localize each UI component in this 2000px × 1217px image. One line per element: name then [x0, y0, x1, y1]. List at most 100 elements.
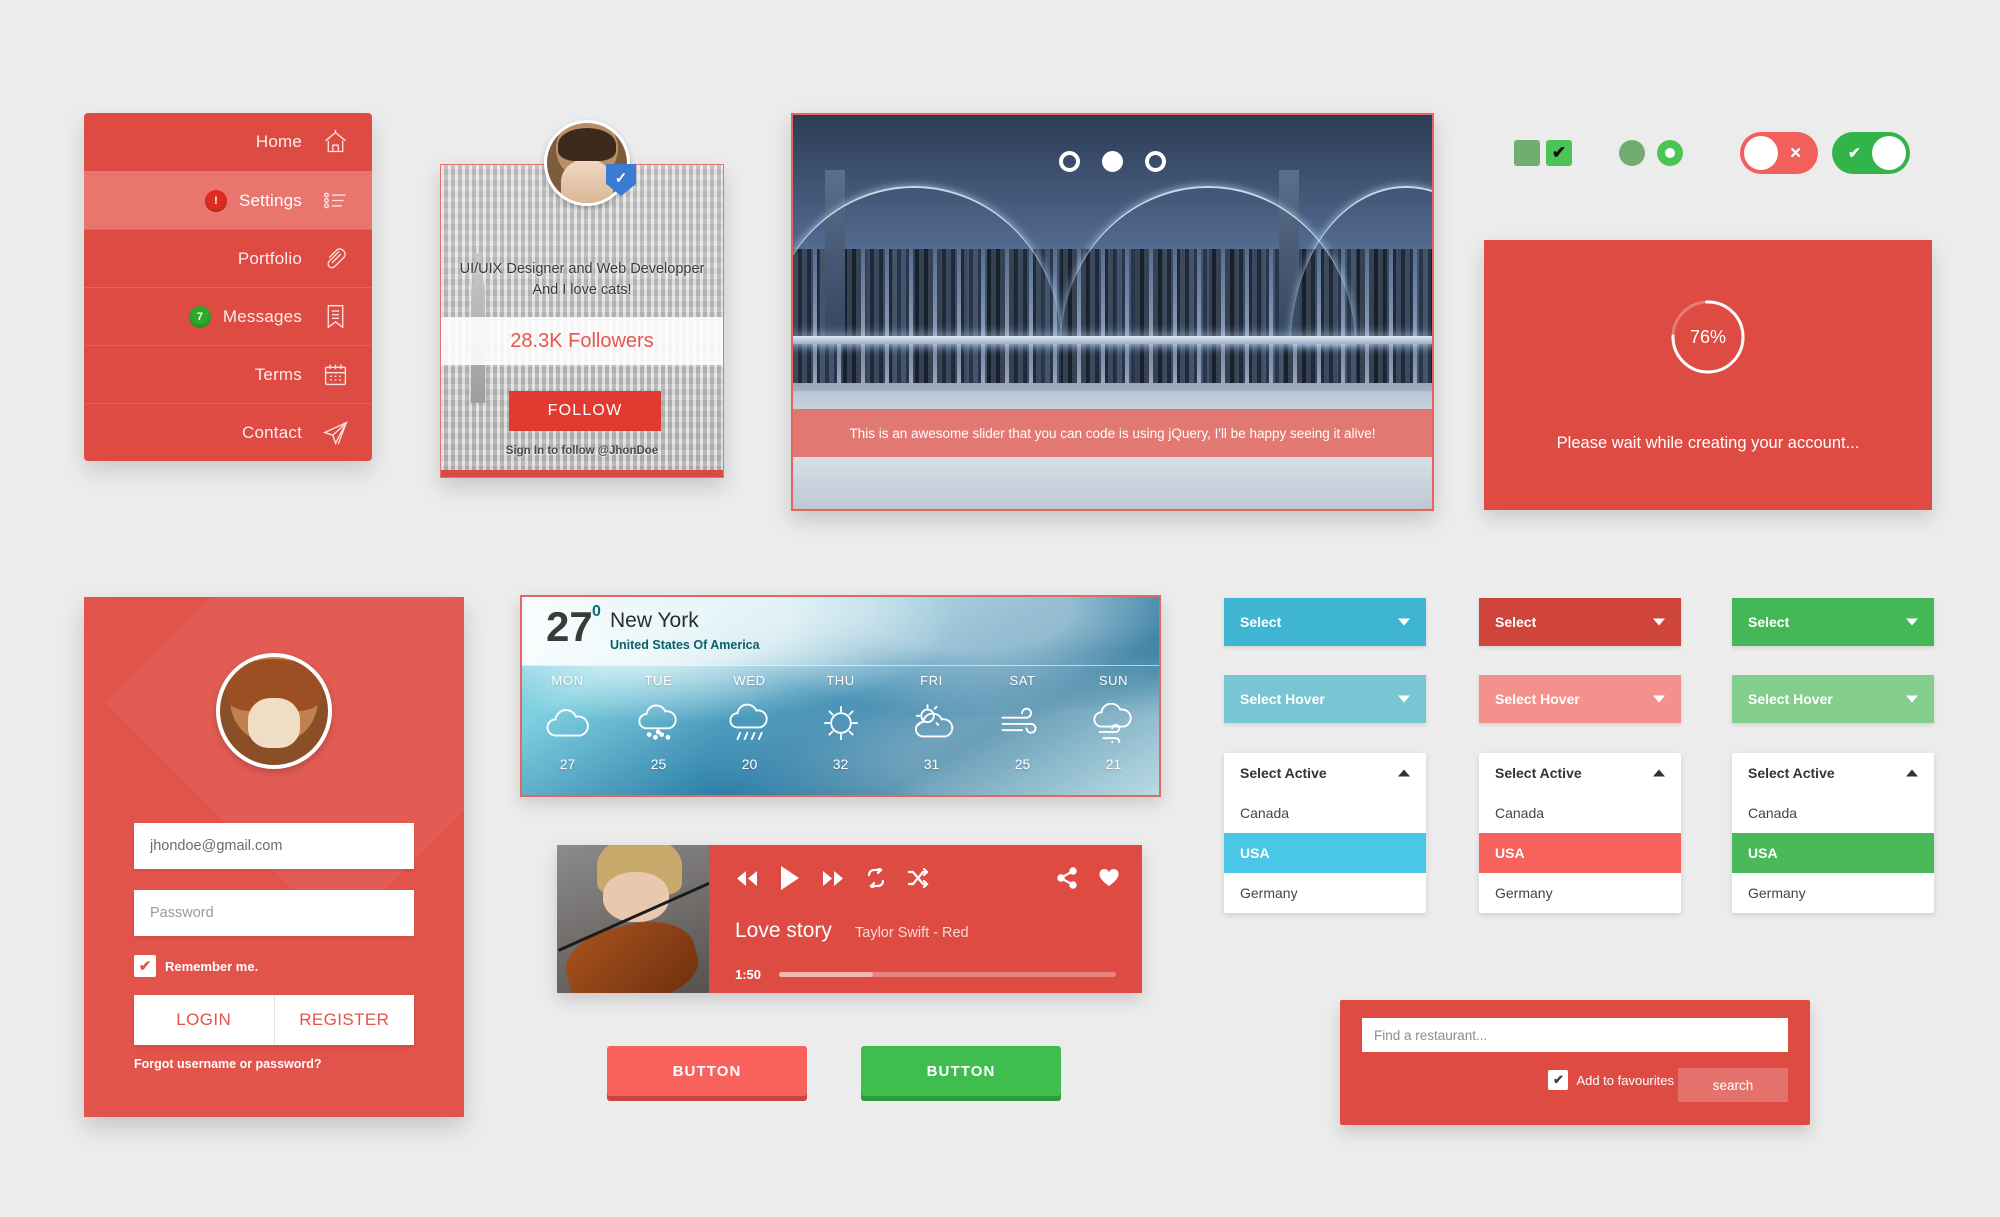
select-option-canada[interactable]: Canada — [1732, 793, 1934, 833]
remember-me-checkbox[interactable]: ✔ Remember me. — [134, 955, 258, 977]
weather-day-name: THU — [826, 673, 855, 688]
select-option-label: USA — [1240, 845, 1270, 861]
share-icon[interactable] — [1056, 867, 1078, 889]
player-controls — [735, 865, 1120, 891]
select-hover-green[interactable]: Select Hover — [1732, 675, 1934, 723]
weather-day-temp: 31 — [923, 756, 940, 772]
select-hover-blue[interactable]: Select Hover — [1224, 675, 1426, 723]
select-option-usa[interactable]: USA — [1732, 833, 1934, 873]
chevron-up-icon — [1653, 769, 1665, 777]
primary-button-red[interactable]: BUTTON — [607, 1046, 807, 1096]
toggle-switch-on[interactable]: ✔ — [1832, 132, 1910, 174]
select-option-canada[interactable]: Canada — [1479, 793, 1681, 833]
check-icon: ✔ — [134, 955, 156, 977]
primary-button-green[interactable]: BUTTON — [861, 1046, 1061, 1096]
weather-day-temp: 32 — [832, 756, 849, 772]
select-label: Select — [1240, 614, 1282, 630]
progress-ring: 76% — [1667, 296, 1749, 378]
menu-item-terms[interactable]: Terms — [84, 345, 372, 403]
login-button-row: LOGIN REGISTER — [134, 995, 414, 1045]
email-field[interactable] — [134, 823, 414, 869]
calendar-icon — [320, 360, 350, 390]
chevron-up-icon — [1398, 769, 1410, 777]
menu-item-home[interactable]: Home — [84, 113, 372, 171]
weather-current-temp: 27 — [546, 603, 593, 650]
login-avatar — [216, 653, 332, 769]
play-icon[interactable] — [779, 865, 801, 891]
checkbox-unchecked[interactable] — [1514, 140, 1540, 166]
select-default-green[interactable]: Select — [1732, 598, 1934, 646]
select-option-usa[interactable]: USA — [1479, 833, 1681, 873]
forward-icon[interactable] — [821, 870, 845, 887]
select-active-header[interactable]: Select Active — [1479, 753, 1681, 793]
profile-card: UI/UIX Designer and Web Developper And I… — [440, 164, 724, 478]
select-active-header[interactable]: Select Active — [1732, 753, 1934, 793]
select-option-germany[interactable]: Germany — [1479, 873, 1681, 913]
toggle-off-knob — [1744, 136, 1778, 170]
weather-forecast-row: MON 27 TUE 25 WED 20 THU 32 FRI 31 SAT 25 SUN 21 — [522, 673, 1159, 772]
menu-item-contact[interactable]: Contact — [84, 403, 372, 461]
password-field[interactable] — [134, 890, 414, 936]
album-cover — [557, 845, 709, 993]
login-button[interactable]: LOGIN — [134, 995, 275, 1045]
chevron-down-icon — [1906, 695, 1918, 703]
radio-checked[interactable] — [1657, 140, 1683, 166]
menu-item-settings[interactable]: ! Settings — [84, 171, 372, 229]
check-icon: ✔ — [1548, 1070, 1569, 1090]
select-label: Select Active — [1748, 765, 1835, 781]
register-button[interactable]: REGISTER — [275, 995, 415, 1045]
select-active-blue: Select Active Canada USA Germany — [1224, 753, 1426, 913]
shuffle-icon[interactable] — [907, 868, 929, 888]
checkbox-checked[interactable]: ✔ — [1546, 140, 1572, 166]
select-default-blue[interactable]: Select — [1224, 598, 1426, 646]
select-active-header[interactable]: Select Active — [1224, 753, 1426, 793]
slider-dot-2[interactable] — [1102, 151, 1123, 172]
cloud-wind-icon — [1068, 694, 1159, 752]
select-label: Select Hover — [1748, 691, 1833, 707]
chevron-down-icon — [1653, 618, 1665, 626]
radio-unchecked[interactable] — [1619, 140, 1645, 166]
chevron-down-icon — [1653, 695, 1665, 703]
menu-item-messages[interactable]: 7 Messages — [84, 287, 372, 345]
select-option-canada[interactable]: Canada — [1224, 793, 1426, 833]
weather-day-name: WED — [733, 673, 766, 688]
select-option-germany[interactable]: Germany — [1732, 873, 1934, 913]
select-option-germany[interactable]: Germany — [1224, 873, 1426, 913]
weather-day-sun: SUN 21 — [1068, 673, 1159, 772]
forgot-password-link[interactable]: Forgot username or password? — [134, 1057, 322, 1071]
add-to-favourites-checkbox[interactable]: ✔ Add to favourites — [1548, 1070, 1674, 1090]
signin-note[interactable]: Sign In to follow @JhonDoe — [441, 445, 723, 457]
weather-day-temp: 25 — [650, 756, 667, 772]
weather-day-fri: FRI 31 — [886, 673, 977, 772]
select-default-red[interactable]: Select — [1479, 598, 1681, 646]
chevron-down-icon — [1398, 695, 1410, 703]
bridge-deck — [793, 335, 1432, 344]
menu-badge: 7 — [188, 305, 211, 328]
menu-item-portfolio[interactable]: Portfolio — [84, 229, 372, 287]
avatar — [544, 120, 630, 206]
chevron-up-icon — [1906, 769, 1918, 777]
rain-icon — [704, 694, 795, 752]
search-button[interactable]: search — [1678, 1068, 1788, 1102]
slider-caption: This is an awesome slider that you can c… — [793, 409, 1432, 457]
snow-icon — [613, 694, 704, 752]
select-hover-red[interactable]: Select Hover — [1479, 675, 1681, 723]
follow-button[interactable]: FOLLOW — [509, 391, 661, 431]
select-label: Select — [1495, 614, 1537, 630]
menu-item-label: Portfolio — [237, 248, 302, 268]
weather-day-temp: 21 — [1105, 756, 1122, 772]
repeat-icon[interactable] — [865, 868, 887, 888]
slider-dot-1[interactable] — [1059, 151, 1080, 172]
slider-dot-3[interactable] — [1145, 151, 1166, 172]
sun-icon — [795, 694, 886, 752]
select-option-label: USA — [1495, 845, 1525, 861]
track-progress-bar[interactable] — [779, 972, 1116, 977]
rewind-icon[interactable] — [735, 870, 759, 887]
search-input[interactable] — [1362, 1018, 1788, 1052]
toggle-switch-off[interactable]: ✕ — [1740, 132, 1818, 174]
profile-avatar-wrapper: ✓ — [544, 120, 636, 206]
select-option-usa[interactable]: USA — [1224, 833, 1426, 873]
heart-icon[interactable] — [1098, 868, 1120, 888]
cloud-icon — [522, 694, 613, 752]
weather-day-wed: WED 20 — [704, 673, 795, 772]
